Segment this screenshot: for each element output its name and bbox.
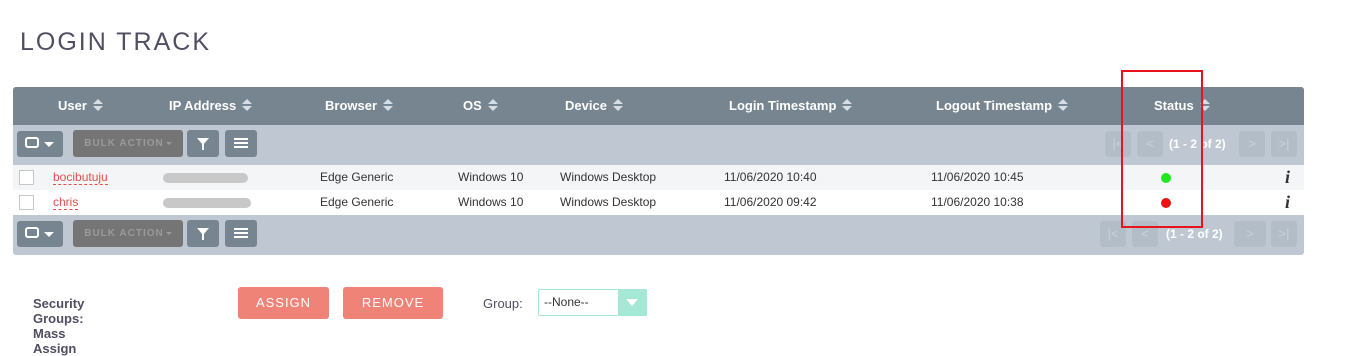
table-row: bocibutuju Edge Generic Windows 10 Windo… — [13, 165, 1304, 190]
info-icon[interactable]: i — [1285, 165, 1290, 190]
checkbox-icon — [25, 137, 39, 148]
column-header-browser[interactable]: Browser — [325, 87, 394, 125]
last-page-button[interactable]: >| — [1271, 221, 1297, 247]
logout-timestamp-cell: 11/06/2020 10:45 — [931, 170, 1024, 184]
table-row: chris Edge Generic Windows 10 Windows De… — [13, 190, 1304, 215]
device-cell: Windows Desktop — [560, 195, 657, 209]
last-page-icon: >| — [1278, 226, 1290, 241]
column-header-os[interactable]: OS — [463, 87, 498, 125]
sort-icon[interactable] — [842, 99, 853, 111]
column-header-device[interactable]: Device — [565, 87, 623, 125]
next-page-icon: > — [1246, 226, 1254, 241]
filter-button[interactable] — [187, 130, 219, 157]
column-chooser-button[interactable] — [225, 220, 257, 247]
sort-icon[interactable] — [242, 99, 253, 111]
info-icon[interactable]: i — [1285, 190, 1290, 215]
login-timestamp-cell: 11/06/2020 10:40 — [724, 170, 817, 184]
row-checkbox[interactable] — [19, 195, 34, 210]
ip-address-redacted — [163, 173, 248, 183]
last-page-icon: >| — [1278, 136, 1290, 151]
select-all-dropdown[interactable] — [17, 131, 63, 157]
column-header-user[interactable]: User — [58, 87, 103, 125]
browser-cell: Edge Generic — [320, 170, 394, 184]
filter-button[interactable] — [187, 220, 219, 247]
group-select-value: --None-- — [544, 295, 589, 309]
column-header-logout-timestamp[interactable]: Logout Timestamp — [936, 87, 1069, 125]
last-page-button[interactable]: >| — [1271, 131, 1297, 157]
first-page-icon: |< — [1107, 226, 1119, 241]
group-select[interactable]: --None-- — [538, 289, 647, 316]
column-chooser-button[interactable] — [225, 130, 257, 157]
sort-icon[interactable] — [1058, 99, 1069, 111]
login-timestamp-cell: 11/06/2020 09:42 — [724, 195, 817, 209]
column-header-ip-address[interactable]: IP Address — [169, 87, 253, 125]
prev-page-icon: < — [1141, 226, 1149, 241]
table-header: User IP Address Browser OS Device Login … — [13, 87, 1304, 125]
table-toolbar-bottom: BULK ACTION |< < (1 - 2 of 2) > >| — [13, 215, 1304, 255]
next-page-button[interactable]: > — [1239, 131, 1265, 157]
sort-icon[interactable] — [383, 99, 394, 111]
user-link[interactable]: chris — [53, 195, 79, 210]
user-link[interactable]: bocibutuju — [53, 170, 108, 185]
os-cell: Windows 10 — [458, 170, 524, 184]
sort-icon[interactable] — [487, 99, 498, 111]
login-track-table: User IP Address Browser OS Device Login … — [13, 87, 1304, 255]
remove-button[interactable]: REMOVE — [343, 287, 443, 319]
row-checkbox[interactable] — [19, 170, 34, 185]
status-highlight-box — [1121, 70, 1203, 228]
chevron-down-icon — [44, 142, 54, 147]
bulk-action-button[interactable]: BULK ACTION — [73, 220, 183, 247]
sort-icon[interactable] — [612, 99, 623, 111]
os-cell: Windows 10 — [458, 195, 524, 209]
select-all-dropdown[interactable] — [17, 221, 63, 247]
column-header-login-timestamp[interactable]: Login Timestamp — [729, 87, 853, 125]
mass-assign-label: Security Groups: Mass Assign — [33, 296, 85, 356]
bulk-action-button[interactable]: BULK ACTION — [73, 130, 183, 157]
chevron-down-icon — [626, 299, 638, 306]
next-page-button[interactable]: > — [1234, 221, 1266, 247]
group-select-toggle[interactable] — [618, 290, 646, 315]
page-title: LOGIN TRACK — [20, 28, 212, 56]
group-label: Group: — [483, 296, 523, 311]
chevron-down-icon — [44, 232, 54, 237]
chevron-down-icon — [165, 141, 172, 145]
next-page-icon: > — [1248, 136, 1256, 151]
ip-address-redacted — [163, 198, 251, 208]
sort-icon[interactable] — [92, 99, 103, 111]
browser-cell: Edge Generic — [320, 195, 394, 209]
assign-button[interactable]: ASSIGN — [238, 287, 329, 319]
chevron-down-icon — [165, 231, 172, 235]
table-toolbar-top: BULK ACTION |< < (1 - 2 of 2) > >| — [13, 125, 1304, 165]
logout-timestamp-cell: 11/06/2020 10:38 — [931, 195, 1024, 209]
checkbox-icon — [25, 227, 39, 238]
device-cell: Windows Desktop — [560, 170, 657, 184]
